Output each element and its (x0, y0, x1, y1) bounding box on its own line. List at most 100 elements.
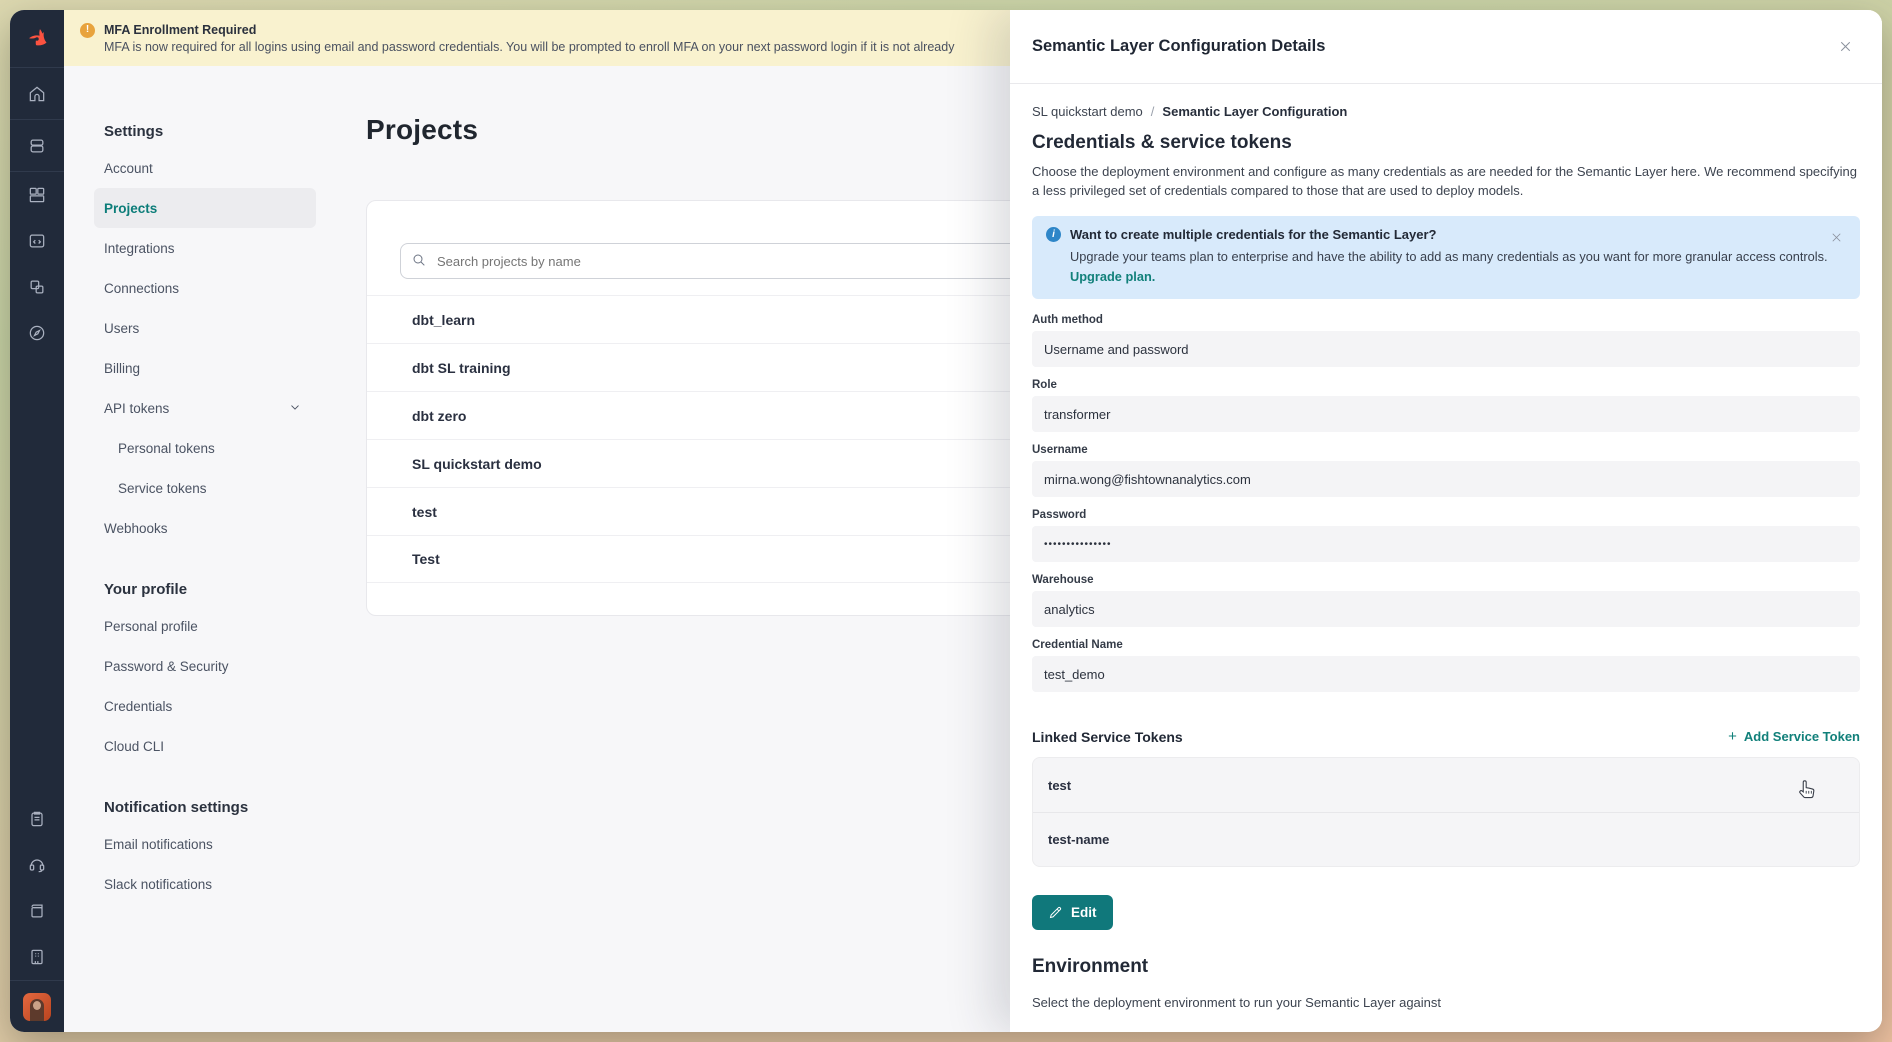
add-service-token-label: Add Service Token (1744, 729, 1860, 744)
field-label: Username (1032, 444, 1860, 456)
username-input[interactable]: mirna.wong@fishtownanalytics.com (1032, 461, 1860, 497)
panel-close-button[interactable] (1833, 34, 1858, 59)
info-banner-title: Want to create multiple credentials for … (1070, 227, 1437, 242)
add-service-token-button[interactable]: + Add Service Token (1728, 728, 1860, 745)
role-input[interactable]: transformer (1032, 396, 1860, 432)
field-username: Username mirna.wong@fishtownanalytics.co… (1032, 444, 1860, 497)
rail-environments-button[interactable] (10, 264, 64, 310)
home-icon (27, 84, 47, 104)
info-icon: i (1046, 227, 1061, 242)
avatar-cell[interactable] (10, 980, 64, 1032)
info-banner-close-button[interactable] (1825, 226, 1848, 249)
close-icon (1829, 230, 1844, 245)
plus-icon: + (1728, 728, 1737, 745)
auth-method-input[interactable]: Username and password (1032, 331, 1860, 367)
rail-deploy-button[interactable] (10, 120, 64, 172)
dbt-logo[interactable] (10, 10, 64, 68)
explore-icon (27, 323, 47, 343)
breadcrumb: SL quickstart demo / Semantic Layer Conf… (1032, 104, 1860, 119)
field-warehouse: Warehouse analytics (1032, 574, 1860, 627)
edit-button-label: Edit (1071, 905, 1097, 920)
field-label: Auth method (1032, 314, 1860, 326)
environments-icon (27, 277, 47, 297)
profile-nav-title: Your profile (94, 572, 342, 606)
search-input[interactable] (400, 243, 1096, 279)
field-label: Password (1032, 509, 1860, 521)
panel-header: Semantic Layer Configuration Details (1010, 10, 1882, 84)
rail-docs-button[interactable] (10, 888, 64, 934)
icon-rail (10, 10, 64, 1032)
docs-icon (27, 901, 47, 921)
credentials-section-title: Credentials & service tokens (1032, 132, 1860, 154)
headset-icon (27, 855, 47, 875)
api-tokens-label: API tokens (104, 401, 169, 416)
warning-icon: ! (80, 23, 95, 38)
environment-section-description: Select the deployment environment to run… (1032, 995, 1860, 1010)
field-role: Role transformer (1032, 379, 1860, 432)
edit-button[interactable]: Edit (1032, 895, 1113, 930)
rail-home-button[interactable] (10, 68, 64, 120)
linked-tokens-list: test test-name (1032, 757, 1860, 867)
mfa-banner-title: MFA Enrollment Required (104, 23, 256, 37)
sidebar-item-projects[interactable]: Projects (94, 188, 316, 228)
credential-name-input[interactable]: test_demo (1032, 656, 1860, 692)
environment-section-title: Environment (1032, 956, 1860, 978)
dbt-logo-icon (24, 26, 50, 52)
sidebar-item-connections[interactable]: Connections (94, 268, 316, 308)
sidebar-item-integrations[interactable]: Integrations (94, 228, 316, 268)
sidebar-item-cloud-cli[interactable]: Cloud CLI (94, 726, 316, 766)
rail-changelog-button[interactable] (10, 934, 64, 980)
sidebar-item-webhooks[interactable]: Webhooks (94, 508, 316, 548)
notifications-nav-title: Notification settings (94, 790, 342, 824)
clipboard-icon (27, 809, 47, 829)
settings-nav-title: Settings (94, 114, 342, 148)
field-auth-method: Auth method Username and password (1032, 314, 1860, 367)
rail-explore-button[interactable] (10, 310, 64, 356)
develop-icon (27, 231, 47, 251)
settings-nav: Settings Account Projects Integrations C… (94, 114, 342, 1032)
field-label: Credential Name (1032, 639, 1860, 651)
sidebar-item-email-notifications[interactable]: Email notifications (94, 824, 316, 864)
sidebar-item-billing[interactable]: Billing (94, 348, 316, 388)
breadcrumb-project[interactable]: SL quickstart demo (1032, 104, 1143, 119)
upgrade-plan-link[interactable]: Upgrade plan. (1070, 269, 1155, 284)
breadcrumb-separator: / (1151, 104, 1155, 119)
pencil-icon (1048, 905, 1063, 920)
credentials-section-description: Choose the deployment environment and co… (1032, 163, 1860, 201)
sidebar-item-service-tokens[interactable]: Service tokens (94, 468, 316, 508)
panel-body: SL quickstart demo / Semantic Layer Conf… (1010, 84, 1882, 1010)
rail-dashboard-button[interactable] (10, 172, 64, 218)
sidebar-item-account[interactable]: Account (94, 148, 316, 188)
rail-spacer (10, 356, 64, 796)
token-row[interactable]: test-name (1033, 812, 1859, 866)
sidebar-item-users[interactable]: Users (94, 308, 316, 348)
app-window: ! MFA Enrollment Required MFA is now req… (10, 10, 1882, 1032)
breadcrumb-current: Semantic Layer Configuration (1162, 104, 1347, 119)
sidebar-item-password-security[interactable]: Password & Security (94, 646, 316, 686)
linked-tokens-header: Linked Service Tokens + Add Service Toke… (1032, 728, 1860, 745)
sidebar-item-personal-profile[interactable]: Personal profile (94, 606, 316, 646)
sidebar-item-credentials[interactable]: Credentials (94, 686, 316, 726)
dashboard-icon (27, 185, 47, 205)
building-icon (27, 947, 47, 967)
user-avatar (23, 993, 51, 1021)
rail-develop-button[interactable] (10, 218, 64, 264)
sidebar-item-api-tokens[interactable]: API tokens (94, 388, 316, 428)
linked-tokens-title: Linked Service Tokens (1032, 729, 1183, 745)
deploy-icon (27, 136, 47, 156)
panel-title: Semantic Layer Configuration Details (1032, 37, 1325, 56)
chevron-down-icon (288, 400, 302, 417)
rail-clipboard-button[interactable] (10, 796, 64, 842)
search-icon (411, 252, 427, 273)
sidebar-item-personal-tokens[interactable]: Personal tokens (94, 428, 316, 468)
field-label: Warehouse (1032, 574, 1860, 586)
token-row[interactable]: test (1033, 758, 1859, 812)
semantic-layer-panel: Semantic Layer Configuration Details SL … (1010, 10, 1882, 1032)
password-input[interactable]: ••••••••••••••• (1032, 526, 1860, 562)
field-credential-name: Credential Name test_demo (1032, 639, 1860, 692)
warehouse-input[interactable]: analytics (1032, 591, 1860, 627)
info-banner-body: Upgrade your teams plan to enterprise an… (1070, 248, 1846, 267)
field-label: Role (1032, 379, 1860, 391)
sidebar-item-slack-notifications[interactable]: Slack notifications (94, 864, 316, 904)
rail-support-button[interactable] (10, 842, 64, 888)
